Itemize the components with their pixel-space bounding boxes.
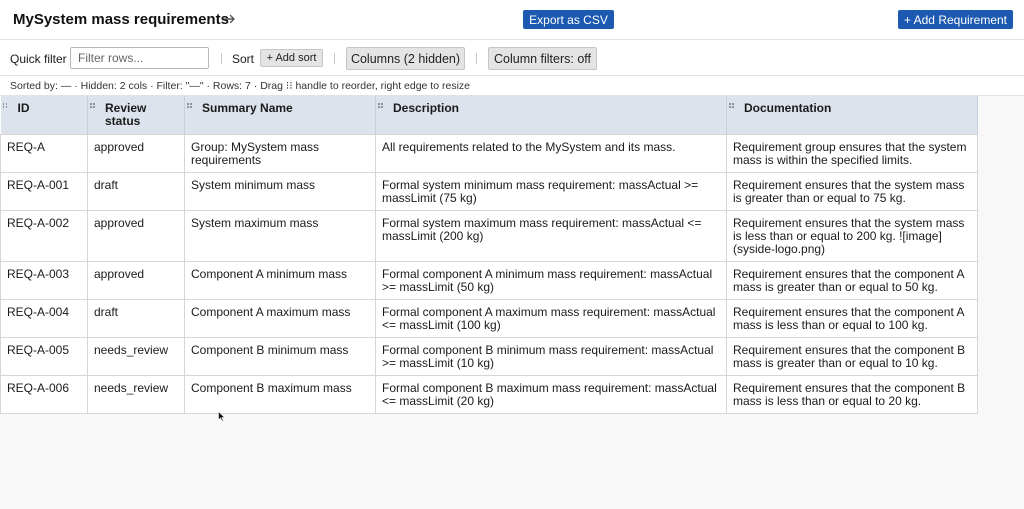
- column-header-documentation[interactable]: Documentation: [726, 96, 978, 134]
- cell-documentation[interactable]: Requirement ensures that the component A…: [726, 260, 978, 300]
- column-header-id[interactable]: ID: [0, 96, 88, 134]
- cell-summary-name[interactable]: Group: MySystem mass requirements: [184, 133, 376, 173]
- cell-description[interactable]: Formal system maximum mass requirement: …: [375, 209, 727, 262]
- cell-review-status[interactable]: approved: [87, 260, 185, 300]
- cell-documentation[interactable]: Requirement group ensures that the syste…: [726, 133, 978, 173]
- table-row[interactable]: REQ-A approved Group: MySystem mass requ…: [0, 133, 978, 173]
- quick-filter-input[interactable]: [70, 47, 209, 69]
- page-header: MySystem mass requirements Export as CSV…: [0, 0, 1024, 40]
- cell-review-status[interactable]: needs_review: [87, 336, 185, 376]
- cell-description[interactable]: All requirements related to the MySystem…: [375, 133, 727, 173]
- table-row[interactable]: REQ-A-006 needs_review Component B maxim…: [0, 374, 978, 414]
- table-row[interactable]: REQ-A-001 draft System minimum mass Form…: [0, 171, 978, 211]
- cell-documentation[interactable]: Requirement ensures that the system mass…: [726, 209, 978, 262]
- mouse-cursor-icon: [218, 411, 226, 422]
- cell-description[interactable]: Formal system minimum mass requirement: …: [375, 171, 727, 211]
- drag-handle-icon[interactable]: [187, 103, 192, 109]
- cell-id[interactable]: REQ-A-005: [0, 336, 88, 376]
- sort-label: Sort: [232, 52, 255, 66]
- column-header-label: Review status: [105, 101, 147, 128]
- cell-documentation[interactable]: Requirement ensures that the component B…: [726, 336, 978, 376]
- requirements-table: ID Review status Summary Name Descriptio…: [0, 96, 978, 414]
- table-row[interactable]: REQ-A-004 draft Component A maximum mass…: [0, 298, 978, 338]
- table-row[interactable]: REQ-A-002 approved System maximum mass F…: [0, 209, 978, 262]
- cell-id[interactable]: REQ-A-003: [0, 260, 88, 300]
- drag-handle-icon[interactable]: [378, 103, 383, 109]
- table-row[interactable]: REQ-A-003 approved Component A minimum m…: [0, 260, 978, 300]
- cell-documentation[interactable]: Requirement ensures that the component A…: [726, 298, 978, 338]
- cell-description[interactable]: Formal component A maximum mass requirem…: [375, 298, 727, 338]
- cell-review-status[interactable]: draft: [87, 298, 185, 338]
- export-csv-button[interactable]: Export as CSV: [523, 10, 614, 29]
- divider: [334, 53, 335, 64]
- cell-summary-name[interactable]: System maximum mass: [184, 209, 376, 262]
- header-row: ID Review status Summary Name Descriptio…: [0, 96, 978, 134]
- cell-summary-name[interactable]: Component B minimum mass: [184, 336, 376, 376]
- column-header-summary-name[interactable]: Summary Name: [184, 96, 376, 134]
- cell-summary-name[interactable]: Component B maximum mass: [184, 374, 376, 414]
- column-header-label: Documentation: [744, 101, 832, 115]
- drag-handle-icon[interactable]: [729, 103, 734, 109]
- column-filters-toggle[interactable]: Column filters: off: [488, 47, 597, 70]
- divider: [476, 53, 477, 64]
- drag-handle-icon[interactable]: [90, 103, 95, 109]
- table-row[interactable]: REQ-A-005 needs_review Component B minim…: [0, 336, 978, 376]
- cell-id[interactable]: REQ-A-004: [0, 298, 88, 338]
- cell-documentation[interactable]: Requirement ensures that the component B…: [726, 374, 978, 414]
- columns-button[interactable]: Columns (2 hidden): [346, 47, 465, 70]
- cell-review-status[interactable]: approved: [87, 133, 185, 173]
- column-header-label: Summary Name: [202, 101, 293, 115]
- cell-documentation[interactable]: Requirement ensures that the system mass…: [726, 171, 978, 211]
- cell-id[interactable]: REQ-A-001: [0, 171, 88, 211]
- status-bar: Sorted by: — · Hidden: 2 cols · Filter: …: [0, 76, 1024, 96]
- cell-summary-name[interactable]: Component A maximum mass: [184, 298, 376, 338]
- cell-review-status[interactable]: needs_review: [87, 374, 185, 414]
- page-title: MySystem mass requirements: [13, 11, 229, 28]
- toolbar: Quick filter Sort + Add sort Columns (2 …: [0, 40, 1024, 76]
- cell-description[interactable]: Formal component A minimum mass requirem…: [375, 260, 727, 300]
- cell-id[interactable]: REQ-A-006: [0, 374, 88, 414]
- requirements-grid: ID Review status Summary Name Descriptio…: [0, 96, 978, 414]
- column-header-review-status[interactable]: Review status: [87, 96, 185, 134]
- cell-review-status[interactable]: approved: [87, 209, 185, 262]
- cell-id[interactable]: REQ-A-002: [0, 209, 88, 262]
- cell-description[interactable]: Formal component B maximum mass requirem…: [375, 374, 727, 414]
- divider: [221, 53, 222, 64]
- cell-description[interactable]: Formal component B minimum mass requirem…: [375, 336, 727, 376]
- column-header-label: Description: [393, 101, 460, 115]
- add-sort-button[interactable]: + Add sort: [260, 49, 323, 67]
- column-header-description[interactable]: Description: [375, 96, 727, 134]
- status-text: Sorted by: — · Hidden: 2 cols · Filter: …: [10, 80, 470, 92]
- quick-filter-label: Quick filter: [10, 52, 67, 66]
- arrow-right-icon[interactable]: [222, 11, 238, 27]
- cell-summary-name[interactable]: Component A minimum mass: [184, 260, 376, 300]
- cell-review-status[interactable]: draft: [87, 171, 185, 211]
- column-header-label: ID: [17, 101, 30, 115]
- cell-summary-name[interactable]: System minimum mass: [184, 171, 376, 211]
- drag-handle-icon[interactable]: [2, 103, 8, 109]
- add-requirement-button[interactable]: + Add Requirement: [898, 10, 1013, 29]
- cell-id[interactable]: REQ-A: [0, 133, 88, 173]
